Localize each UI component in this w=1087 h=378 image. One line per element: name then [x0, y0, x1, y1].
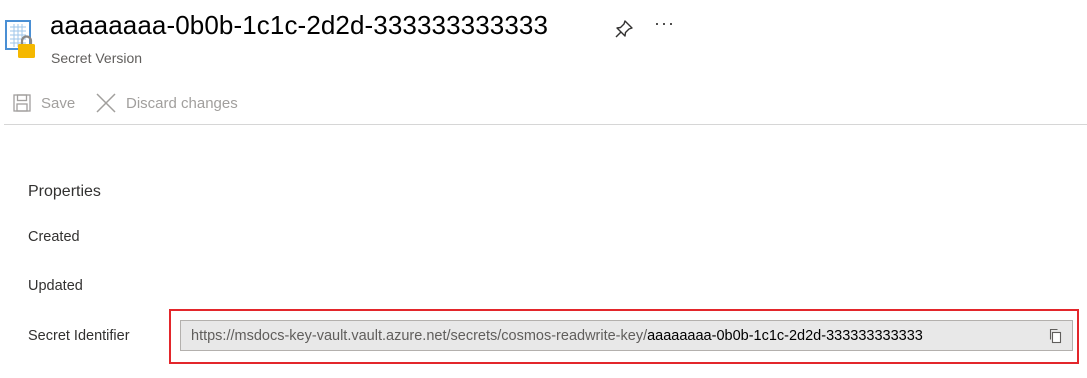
discard-changes-button[interactable]: Discard changes — [95, 86, 238, 120]
page-subtitle: Secret Version — [51, 50, 143, 66]
save-icon — [13, 94, 31, 112]
toolbar-divider — [4, 124, 1087, 125]
properties-heading: Properties — [28, 183, 101, 200]
command-bar: Save Discard changes — [0, 86, 1087, 120]
pin-icon[interactable] — [613, 18, 635, 40]
secret-identifier-prefix: https://msdocs-key-vault.vault.azure.net… — [191, 327, 648, 344]
page-header: aaaaaaaa-0b0b-1c1c-2d2d-333333333333 Sec… — [0, 0, 1087, 70]
secret-identifier-field[interactable]: https://msdocs-key-vault.vault.azure.net… — [180, 320, 1073, 351]
page-title: aaaaaaaa-0b0b-1c1c-2d2d-333333333333 — [50, 10, 549, 40]
created-label: Created — [28, 229, 80, 245]
key-vault-secret-icon — [5, 20, 35, 58]
close-icon — [96, 93, 116, 113]
secret-identifier-label: Secret Identifier — [28, 328, 130, 344]
copy-icon[interactable] — [1048, 328, 1064, 344]
save-button[interactable]: Save — [12, 86, 75, 120]
secret-identifier-version: aaaaaaaa-0b0b-1c1c-2d2d-333333333333 — [647, 327, 923, 344]
updated-label: Updated — [28, 278, 83, 294]
more-options-button[interactable]: ··· — [654, 13, 675, 34]
discard-changes-label: Discard changes — [126, 94, 238, 112]
save-label: Save — [41, 94, 76, 112]
